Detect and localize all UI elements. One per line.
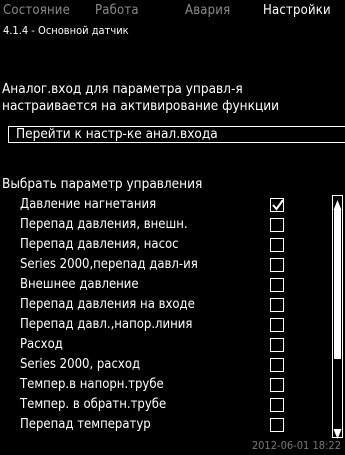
list-item[interactable]: Перепад температур [0, 415, 330, 435]
tab-alarm[interactable]: Авария [185, 3, 230, 18]
option-checkbox[interactable] [270, 238, 284, 252]
option-checkbox[interactable] [270, 358, 284, 372]
description-text: Аналог.вход для параметра управл-я настр… [2, 81, 342, 115]
list-item[interactable]: Давление нагнетания [0, 195, 330, 215]
option-label: Перепад температур [20, 417, 151, 432]
tab-bar: Состояние Работа Авария Настройки [0, 3, 345, 23]
option-label: Перепад давления на входе [20, 297, 195, 312]
list-item[interactable]: Перепад давл.,напор.линия [0, 315, 330, 335]
list-item[interactable]: Перепад давления, насос [0, 235, 330, 255]
option-label: Перепад давления, внешн. [20, 217, 188, 232]
option-checkbox[interactable] [270, 198, 284, 212]
list-item[interactable]: Перепад давления, внешн. [0, 215, 330, 235]
option-checkbox[interactable] [270, 418, 284, 432]
list-item[interactable]: Перепад давления на входе [0, 295, 330, 315]
list-item[interactable]: Темпер. в обратн.трубе [0, 395, 330, 415]
option-label: Темпер. в обратн.трубе [20, 397, 167, 412]
option-checkbox[interactable] [270, 258, 284, 272]
option-checkbox[interactable] [270, 298, 284, 312]
scrollbar-thumb[interactable] [334, 209, 341, 359]
tab-settings[interactable]: Настройки [263, 3, 331, 18]
option-label: Перепад давл.,напор.линия [20, 317, 193, 332]
option-checkbox[interactable] [270, 378, 284, 392]
tab-operation[interactable]: Работа [95, 3, 139, 18]
option-checkbox[interactable] [270, 278, 284, 292]
option-label: Расход [20, 337, 63, 352]
datetime-readout: 2012-06-01 18:22 [251, 439, 341, 452]
list-item[interactable]: Темпер.в напорн.трубе [0, 375, 330, 395]
option-label: Внешнее давление [20, 277, 139, 292]
goto-analog-input-button[interactable]: Перейти к настр-ке анал.входа [8, 126, 345, 143]
option-checkbox[interactable] [270, 218, 284, 232]
select-parameter-title: Выбрать параметр управления [2, 176, 203, 192]
control-parameter-list: Давление нагнетания Перепад давления, вне… [0, 195, 330, 440]
scroll-down-arrow-icon[interactable] [333, 425, 342, 439]
option-label: Series 2000, расход [20, 357, 141, 372]
option-checkbox[interactable] [270, 398, 284, 412]
menu-path: 4.1.4 - Основной датчик [3, 24, 129, 37]
list-item[interactable]: Внешнее давление [0, 275, 330, 295]
option-label: Темпер.в напорн.трубе [20, 377, 164, 392]
list-item[interactable]: Расход [0, 335, 330, 355]
description-line-2: настраивается на активирование функции [2, 98, 280, 114]
list-item[interactable]: Series 2000,перепад давл-ия [0, 255, 330, 275]
option-checkbox[interactable] [270, 318, 284, 332]
option-label: Series 2000,перепад давл-ия [20, 257, 198, 272]
description-line-1: Аналог.вход для параметра управл-я [2, 81, 243, 97]
tab-status[interactable]: Состояние [3, 3, 70, 18]
checkmark-icon [272, 199, 284, 211]
option-label: Перепад давления, насос [20, 237, 179, 252]
scroll-up-arrow-icon[interactable] [333, 196, 342, 210]
option-label: Давление нагнетания [20, 197, 157, 212]
scrollbar[interactable] [332, 195, 343, 439]
list-item[interactable]: Series 2000, расход [0, 355, 330, 375]
option-checkbox[interactable] [270, 338, 284, 352]
